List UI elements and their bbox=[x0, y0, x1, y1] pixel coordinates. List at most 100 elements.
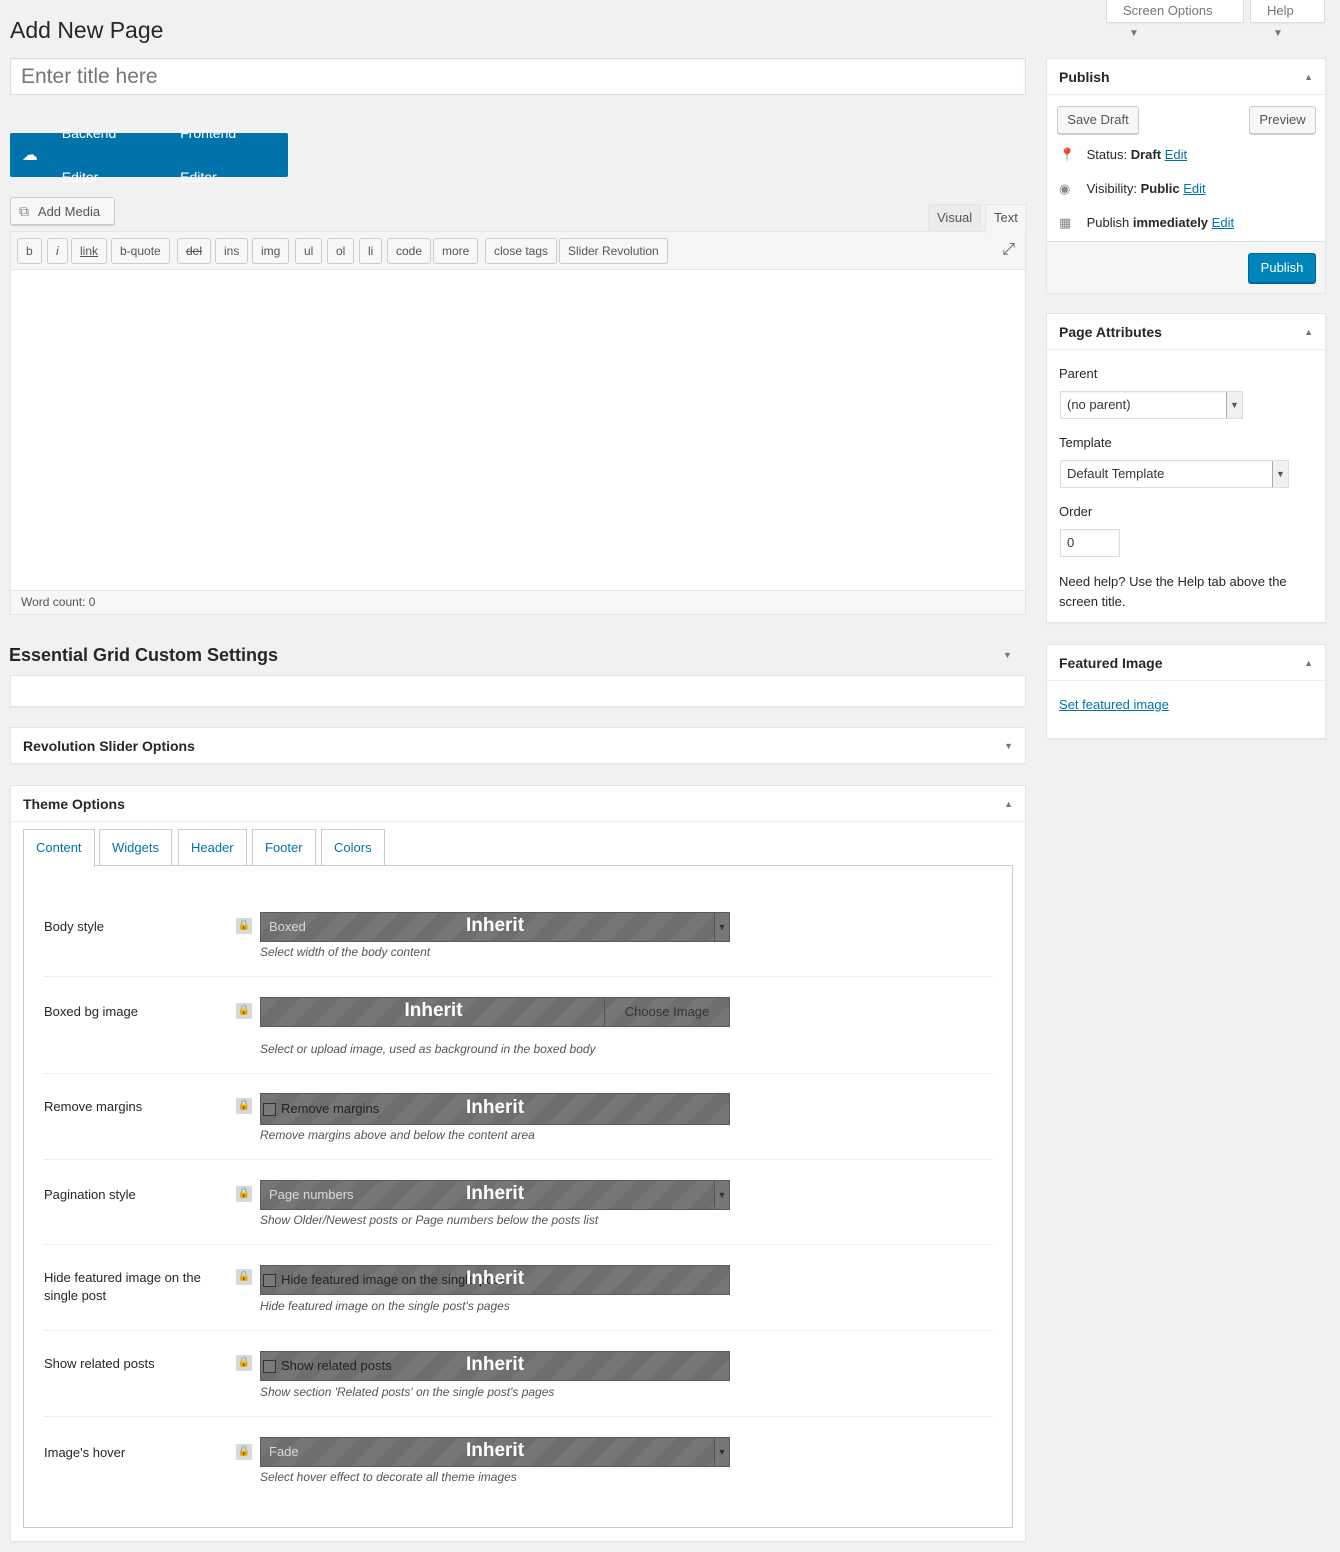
tab-widgets[interactable]: Widgets bbox=[99, 829, 172, 866]
save-draft-button[interactable]: Save Draft bbox=[1057, 106, 1139, 134]
lock-icon[interactable]: 🔒 bbox=[236, 1003, 252, 1019]
visibility-row: ◉ Visibility: Public Edit bbox=[1059, 181, 1206, 197]
caret-down-icon: ▼ bbox=[1129, 28, 1139, 39]
media-icon: ⧉ bbox=[19, 203, 29, 219]
qt-del-button[interactable]: del bbox=[177, 238, 212, 264]
featured-image-header[interactable]: Featured Image ▲ bbox=[1047, 645, 1325, 681]
inherit-overlay[interactable]: Inherit bbox=[261, 1354, 729, 1376]
lock-icon[interactable]: 🔒 bbox=[236, 1269, 252, 1285]
lock-icon[interactable]: 🔒 bbox=[236, 1444, 252, 1460]
order-label: Order bbox=[1059, 504, 1093, 519]
remove-margins-checkbox-row[interactable]: Remove margins Inherit bbox=[260, 1093, 730, 1125]
option-description: Show section 'Related posts' on the sing… bbox=[260, 1385, 555, 1399]
inherit-overlay[interactable]: Inherit bbox=[261, 1000, 606, 1022]
qt-bold-button[interactable]: b bbox=[17, 238, 42, 264]
qt-slider-revolution-button[interactable]: Slider Revolution bbox=[559, 238, 668, 264]
caret-down-icon: ▼ bbox=[1273, 28, 1283, 39]
chevron-down-icon: ▼ bbox=[714, 1438, 729, 1466]
page-attributes-title: Page Attributes bbox=[1059, 324, 1162, 340]
template-select[interactable]: Default Template ▼ bbox=[1060, 460, 1289, 488]
page-title: Add New Page bbox=[10, 17, 164, 43]
image-hover-select[interactable]: Fade Inherit ▼ bbox=[260, 1437, 730, 1467]
toggle-down-icon[interactable]: ▼ bbox=[1004, 728, 1013, 764]
edit-schedule-link[interactable]: Edit bbox=[1212, 215, 1234, 230]
help-tab[interactable]: Help ▼ bbox=[1250, 0, 1325, 39]
qt-more-button[interactable]: more bbox=[433, 238, 479, 264]
parent-label: Parent bbox=[1059, 366, 1098, 381]
inherit-overlay[interactable]: Inherit bbox=[261, 1440, 729, 1462]
qt-link-button[interactable]: link bbox=[71, 238, 108, 264]
qt-li-button[interactable]: li bbox=[359, 238, 383, 264]
divider bbox=[44, 1159, 994, 1160]
theme-options-header[interactable]: Theme Options ▲ bbox=[11, 786, 1025, 822]
qt-code-button[interactable]: code bbox=[387, 238, 432, 264]
toggle-up-icon[interactable]: ▲ bbox=[1304, 59, 1313, 95]
chevron-down-icon: ▼ bbox=[1272, 461, 1288, 487]
revolution-slider-header[interactable]: Revolution Slider Options ▼ bbox=[11, 728, 1025, 764]
lock-icon[interactable]: 🔒 bbox=[236, 918, 252, 934]
qt-close-tags-button[interactable]: close tags bbox=[485, 238, 558, 264]
inherit-overlay[interactable]: Inherit bbox=[261, 915, 729, 937]
toggle-up-icon[interactable]: ▲ bbox=[1304, 314, 1313, 350]
schedule-label: Publish bbox=[1086, 215, 1130, 230]
add-media-button[interactable]: ⧉ Add Media bbox=[10, 197, 115, 225]
text-editor: b i link b-quote del ins img ul ol li co… bbox=[10, 231, 1026, 615]
visibility-value: Public bbox=[1140, 181, 1180, 196]
quicktags-toolbar: b i link b-quote del ins img ul ol li co… bbox=[11, 232, 1025, 270]
qt-ins-button[interactable]: ins bbox=[215, 238, 249, 264]
qt-ol-button[interactable]: ol bbox=[327, 238, 355, 264]
qt-img-button[interactable]: img bbox=[252, 238, 290, 264]
tab-visual[interactable]: Visual bbox=[928, 204, 982, 232]
inherit-overlay[interactable]: Inherit bbox=[261, 1097, 729, 1119]
publish-box: Publish ▲ Save Draft Preview 📍 Status: D… bbox=[1046, 58, 1326, 293]
body-style-select[interactable]: Boxed Inherit ▼ bbox=[260, 912, 730, 942]
qt-italic-button[interactable]: i bbox=[47, 238, 68, 264]
tab-colors[interactable]: Colors bbox=[321, 829, 385, 866]
pagination-style-select[interactable]: Page numbers Inherit ▼ bbox=[260, 1180, 730, 1210]
publish-button[interactable]: Publish bbox=[1248, 253, 1316, 283]
fullscreen-icon[interactable]: ⤢ bbox=[1002, 241, 1015, 259]
toggle-up-icon[interactable]: ▲ bbox=[1304, 645, 1313, 681]
lock-icon[interactable]: 🔒 bbox=[236, 1098, 252, 1114]
inherit-overlay[interactable]: Inherit bbox=[261, 1268, 729, 1290]
schedule-row: ▦ Publish immediately Edit bbox=[1059, 215, 1234, 231]
publish-header[interactable]: Publish ▲ bbox=[1047, 59, 1325, 95]
revolution-slider-title: Revolution Slider Options bbox=[23, 738, 195, 754]
template-value: Default Template bbox=[1067, 466, 1165, 481]
frontend-editor-button[interactable]: Frontend Editor bbox=[168, 111, 288, 199]
toggle-up-icon[interactable]: ▲ bbox=[1004, 786, 1013, 822]
parent-select[interactable]: (no parent) ▼ bbox=[1060, 391, 1243, 419]
hide-featured-image-checkbox-row[interactable]: Hide featured image on the single post I… bbox=[260, 1265, 730, 1295]
option-description: Remove margins above and below the conte… bbox=[260, 1128, 535, 1142]
essential-grid-toggle-icon[interactable]: ▼ bbox=[1003, 650, 1012, 660]
backend-editor-button[interactable]: Backend Editor bbox=[50, 111, 168, 199]
tab-header[interactable]: Header bbox=[178, 829, 247, 866]
title-input[interactable]: Enter title here bbox=[10, 58, 1026, 95]
edit-status-link[interactable]: Edit bbox=[1165, 147, 1187, 162]
option-description: Select or upload image, used as backgrou… bbox=[260, 1042, 596, 1056]
essential-grid-title: Essential Grid Custom Settings bbox=[9, 645, 279, 665]
boxed-bg-image-picker[interactable]: Inherit Choose Image bbox=[260, 997, 730, 1027]
option-description: Show Older/Newest posts or Page numbers … bbox=[260, 1213, 599, 1227]
divider bbox=[44, 1073, 994, 1074]
edit-visibility-link[interactable]: Edit bbox=[1183, 181, 1205, 196]
order-input[interactable]: 0 bbox=[1060, 529, 1120, 557]
tab-footer[interactable]: Footer bbox=[252, 829, 316, 866]
choose-image-button[interactable]: Choose Image bbox=[604, 998, 729, 1026]
theme-options-title: Theme Options bbox=[23, 796, 125, 812]
set-featured-image-link[interactable]: Set featured image bbox=[1059, 697, 1169, 712]
qt-ul-button[interactable]: ul bbox=[295, 238, 323, 264]
option-label: Body style bbox=[44, 919, 104, 934]
show-related-posts-checkbox-row[interactable]: Show related posts Inherit bbox=[260, 1351, 730, 1381]
essential-grid-box bbox=[10, 675, 1026, 707]
tab-text[interactable]: Text bbox=[985, 204, 1027, 233]
screen-options-tab[interactable]: Screen Options ▼ bbox=[1106, 0, 1244, 39]
lock-icon[interactable]: 🔒 bbox=[236, 1186, 252, 1202]
status-label: Status: bbox=[1086, 147, 1128, 162]
tab-content[interactable]: Content bbox=[23, 829, 95, 867]
inherit-overlay[interactable]: Inherit bbox=[261, 1183, 729, 1205]
page-attributes-header[interactable]: Page Attributes ▲ bbox=[1047, 314, 1325, 350]
preview-button[interactable]: Preview bbox=[1249, 106, 1316, 134]
lock-icon[interactable]: 🔒 bbox=[236, 1355, 252, 1371]
qt-quote-button[interactable]: b-quote bbox=[111, 238, 170, 264]
